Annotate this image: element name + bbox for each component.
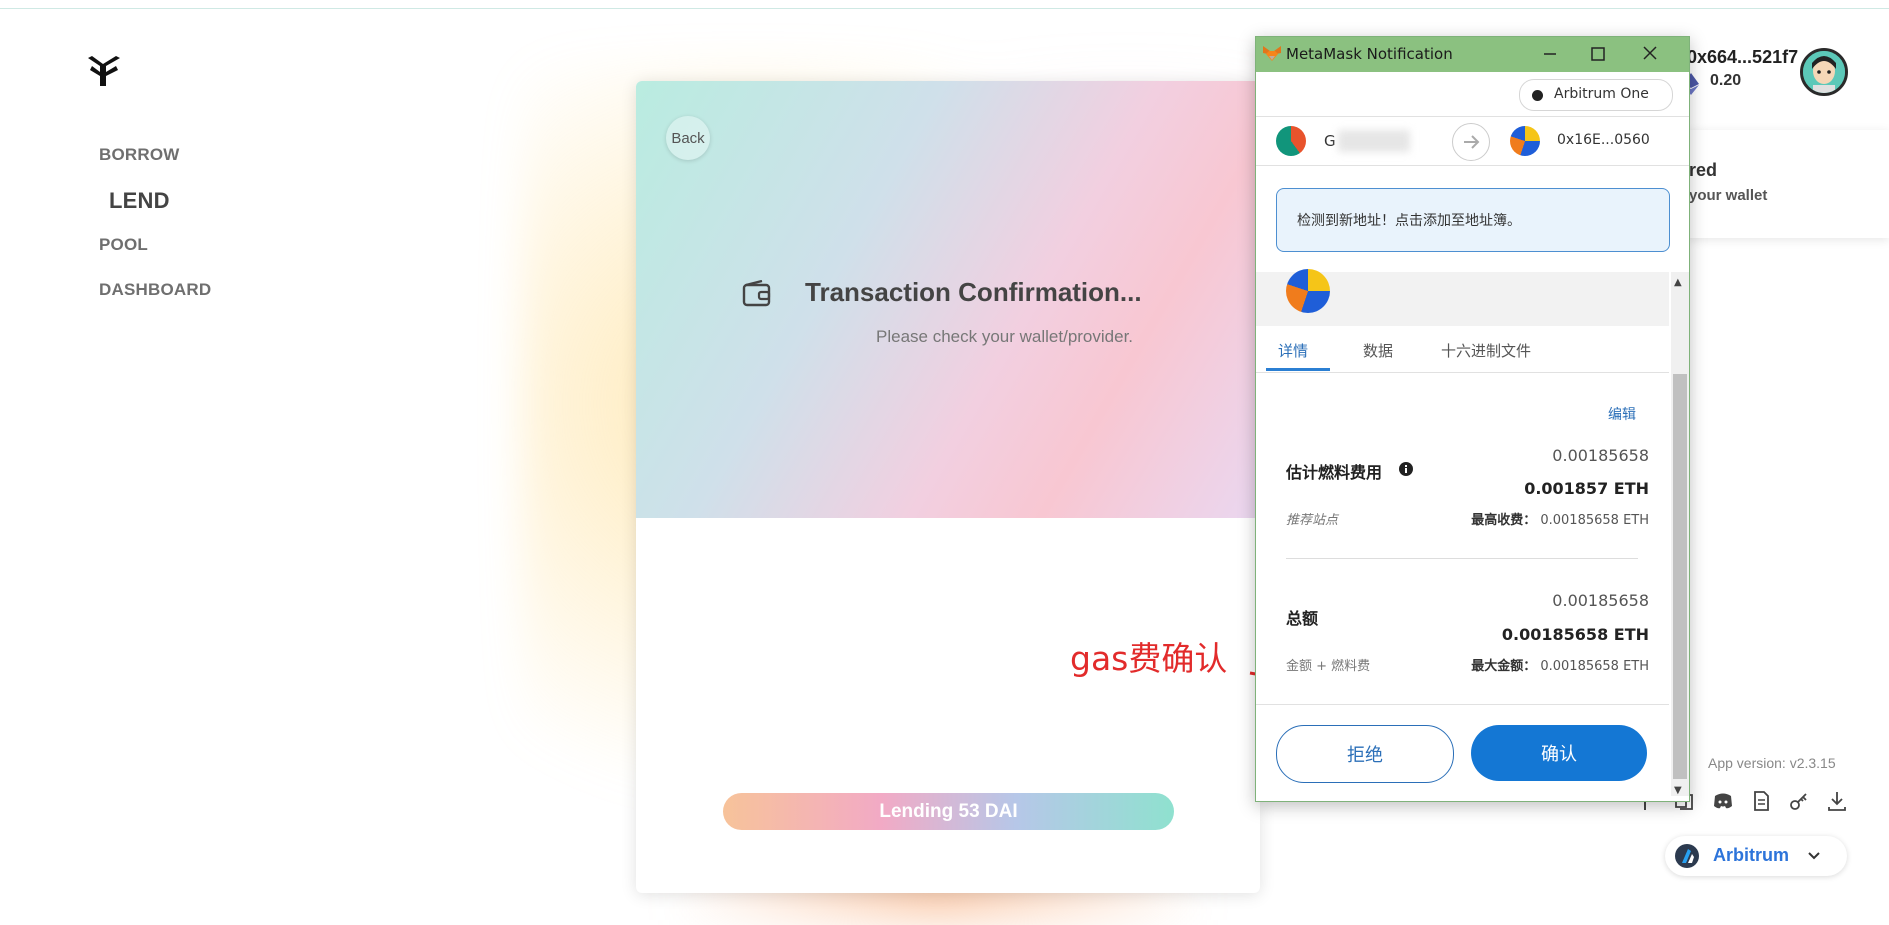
document-icon[interactable] <box>1750 790 1772 812</box>
transaction-subtitle: Please check your wallet/provider. <box>876 327 1134 346</box>
detail-tabs: 详情 数据 十六进制文件 <box>1256 326 1669 372</box>
divider <box>1286 558 1638 559</box>
eth-balance: 0.20 <box>1710 72 1742 89</box>
scroll-up-icon[interactable]: ▲ <box>1674 277 1682 288</box>
app-version: App version: v2.3.15 <box>1708 755 1836 771</box>
account-address[interactable]: 0x664...521f7 <box>1687 47 1798 68</box>
metamask-fox-icon <box>1263 46 1281 61</box>
total-max-value: 0.00185658 ETH <box>1540 659 1649 674</box>
annotation-label: gas费确认 <box>1070 639 1228 678</box>
confirm-button[interactable]: 确认 <box>1471 725 1647 781</box>
total-value: 0.00185658 <box>1552 591 1649 610</box>
tab-data[interactable]: 数据 <box>1363 340 1393 361</box>
new-address-alert[interactable]: 检测到新地址！点击添加至地址簿。 <box>1276 188 1670 252</box>
gas-fee-label: 估计燃料费用 <box>1286 463 1383 482</box>
from-account-label[interactable]: G <box>1324 132 1336 150</box>
contract-avatar <box>1286 269 1330 313</box>
network-pill[interactable]: Arbitrum One <box>1519 79 1673 111</box>
close-icon[interactable] <box>1639 44 1661 64</box>
gas-max-label: 最高收费： <box>1471 513 1537 528</box>
arbitrum-icon <box>1675 844 1699 868</box>
from-account-avatar <box>1276 126 1306 156</box>
wallet-icon <box>742 280 771 307</box>
network-dot-icon <box>1532 90 1543 101</box>
edit-link[interactable]: 编辑 <box>1608 404 1636 424</box>
notice-card <box>1685 130 1889 238</box>
maximize-icon[interactable] <box>1587 44 1609 64</box>
footer-divider <box>1256 704 1669 705</box>
notice-card-text: your wallet <box>1689 187 1768 204</box>
tab-hex[interactable]: 十六进制文件 <box>1441 340 1531 361</box>
scroll-down-icon[interactable]: ▼ <box>1674 785 1682 796</box>
active-tab-indicator <box>1266 368 1330 371</box>
app-logo-icon[interactable] <box>86 52 122 88</box>
total-sub-label: 金额 + 燃料费 <box>1286 659 1371 674</box>
to-account-label[interactable]: 0x16E...0560 <box>1557 132 1650 148</box>
total-label: 总额 <box>1286 609 1319 628</box>
network-pill-label: Arbitrum One <box>1554 86 1649 102</box>
transaction-title: Transaction Confirmation... <box>805 277 1142 307</box>
total-max-amount: 最大金额： 0.00185658 ETH <box>1471 655 1649 674</box>
total-max-label: 最大金额： <box>1471 659 1537 674</box>
redacted-area <box>1338 130 1410 152</box>
lending-status-bar: Lending 53 DAI <box>723 793 1174 830</box>
transfer-arrow <box>1452 123 1490 161</box>
notice-card-title: red <box>1689 160 1718 180</box>
total-eth: 0.00185658 ETH <box>1501 625 1649 644</box>
arrow-right-icon <box>1464 135 1480 149</box>
to-account-avatar <box>1510 126 1540 156</box>
network-label[interactable]: Arbitrum <box>1713 845 1789 866</box>
nav-lend[interactable]: LEND <box>109 188 170 214</box>
scrollbar-thumb[interactable] <box>1673 374 1687 779</box>
divider <box>1256 372 1669 373</box>
top-rule <box>0 8 1889 9</box>
chevron-down-icon[interactable] <box>1806 849 1822 863</box>
discord-icon[interactable] <box>1712 790 1734 812</box>
avatar[interactable] <box>1800 48 1848 96</box>
gas-fee-value: 0.00185658 <box>1552 446 1649 465</box>
gas-site-label: 推荐站点 <box>1286 513 1339 528</box>
nav-dashboard[interactable]: DASHBOARD <box>99 280 211 300</box>
transaction-modal: Back Transaction Confirmation... Please … <box>636 81 1260 893</box>
alert-text: 检测到新地址！点击添加至地址簿。 <box>1297 213 1521 229</box>
nav-borrow[interactable]: BORROW <box>99 145 180 165</box>
reject-button[interactable]: 拒绝 <box>1276 725 1454 783</box>
gas-fee-eth: 0.001857 ETH <box>1524 479 1649 498</box>
tab-details[interactable]: 详情 <box>1278 340 1308 361</box>
back-button[interactable]: Back <box>666 116 710 160</box>
nav-pool[interactable]: POOL <box>99 235 148 255</box>
divider <box>1256 116 1689 117</box>
info-icon[interactable] <box>1398 461 1414 477</box>
download-icon[interactable] <box>1826 790 1848 812</box>
key-icon[interactable] <box>1788 790 1810 812</box>
minimize-icon[interactable] <box>1539 44 1561 64</box>
gas-max-fee: 最高收费： 0.00185658 ETH <box>1471 509 1649 528</box>
metamask-window: MetaMask Notification Arbitrum One G 0x1… <box>1255 36 1690 802</box>
gas-max-value: 0.00185658 ETH <box>1540 513 1649 528</box>
metamask-window-title: MetaMask Notification <box>1286 45 1453 63</box>
divider <box>1256 165 1689 166</box>
